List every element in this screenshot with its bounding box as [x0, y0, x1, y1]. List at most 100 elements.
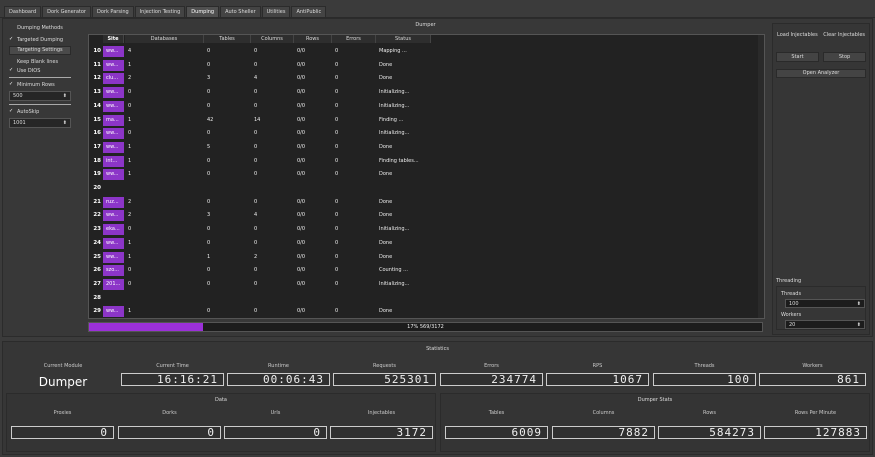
cell-errors: 0: [335, 48, 339, 54]
cell-rows: 0/0: [297, 267, 306, 274]
table-row[interactable]: 14 ww... 0 0 0 0/0 0 Initializing...: [89, 100, 759, 112]
keep-blank-lines-checkbox[interactable]: Keep Blank lines: [7, 57, 73, 66]
unchecked-box-icon: [9, 59, 14, 64]
cell-db: 1: [128, 308, 132, 315]
threads-spinbox[interactable]: 100 ⬍: [785, 299, 865, 308]
start-button[interactable]: Start: [776, 52, 819, 62]
table-row[interactable]: 20: [89, 183, 759, 194]
cell-site: ww...: [103, 306, 124, 318]
cell-db: 2: [128, 75, 132, 82]
autoskip-checkbox[interactable]: ✓ AutoSkip: [7, 107, 73, 116]
tab-antipublic[interactable]: AntiPublic: [291, 6, 327, 17]
table-row[interactable]: 16 ww... 0 0 0 0/0 0 Initializing...: [89, 128, 759, 140]
cell-status: Mapping ...: [379, 48, 407, 54]
table-row[interactable]: 10 ww... 4 0 0 0/0 0 Mapping ...: [89, 46, 759, 57]
minimum-rows-spinbox[interactable]: 500 ⬍: [9, 91, 71, 101]
table-row[interactable]: 13 ww... 0 0 0 0/0 0 Initializing...: [89, 87, 759, 99]
tab-dumping[interactable]: Dumping: [186, 6, 220, 17]
tab-utilities[interactable]: Utilities: [261, 6, 291, 17]
stop-button[interactable]: Stop: [823, 52, 866, 62]
row-number: 15: [93, 116, 101, 123]
cell-status: Finding ...: [379, 116, 404, 123]
column-header-errors[interactable]: Errors: [332, 35, 376, 43]
spin-arrows-icon[interactable]: ⬍: [857, 322, 861, 328]
spin-arrows-icon[interactable]: ⬍: [63, 93, 67, 99]
data-title: Data: [215, 397, 227, 403]
table-row[interactable]: 22 ww... 2 3 4 0/0 0 Done: [89, 210, 759, 222]
cell-rows: 0/0: [297, 212, 306, 219]
row-number: 11: [93, 61, 101, 68]
column-header-columns[interactable]: Columns: [251, 35, 294, 43]
cell-db: [125, 183, 204, 194]
tab-injection-testing[interactable]: Injection Testing: [134, 6, 186, 17]
cell-site: 201...: [103, 278, 124, 290]
table-row[interactable]: 11 ww... 1 0 0 0/0 0 Done: [89, 59, 759, 71]
table-row[interactable]: 26 szo... 0 0 0 0/0 0 Counting ...: [89, 265, 759, 277]
data-group: Data Proxies 0 Dorks 0 Urls 0 Injectable…: [6, 393, 436, 452]
table-row[interactable]: 21 ruz... 2 0 0 0/0 0 Done: [89, 196, 759, 208]
minimum-rows-label: Minimum Rows: [17, 81, 55, 88]
cell-site: ruz...: [103, 196, 124, 208]
cell-rows: 0/0: [297, 48, 306, 54]
threads-display: 100: [653, 373, 756, 386]
cell-errors: 0: [335, 157, 339, 164]
cell-rows: 0/0: [297, 130, 306, 137]
column-header-databases[interactable]: Databases: [125, 35, 204, 43]
cell-db: 0: [128, 102, 132, 109]
cell-status: Initializing...: [379, 130, 410, 137]
cell-status: Done: [379, 198, 393, 205]
targeting-settings-button[interactable]: Targeting Settings: [9, 46, 71, 55]
cell-tables: 42: [207, 116, 214, 123]
dumping-methods-header: Dumping Methods: [17, 25, 63, 31]
cell-status: Done: [379, 61, 393, 68]
table-row[interactable]: 24 ww... 1 0 0 0/0 0 Done: [89, 237, 759, 249]
table-row[interactable]: 23 eka... 0 0 0 0/0 0 Initializing...: [89, 224, 759, 236]
tab-auto-sheller[interactable]: Auto Sheller: [220, 6, 261, 17]
cell-site: ww...: [103, 59, 124, 71]
cell-columns: 0: [254, 130, 258, 137]
clear-injectables-button[interactable]: Clear Injectables: [821, 30, 867, 40]
cell-tables: 0: [207, 102, 211, 109]
divider: [9, 104, 71, 105]
column-header-site[interactable]: Site: [103, 35, 124, 43]
spin-arrows-icon[interactable]: ⬍: [857, 301, 861, 307]
spin-arrows-icon[interactable]: ⬍: [63, 120, 67, 126]
autoskip-value: 1001: [13, 120, 26, 126]
row-number: 26: [93, 267, 101, 274]
use-dios-checkbox[interactable]: ✓ Use DIOS: [7, 66, 73, 75]
cell-rows: 0/0: [297, 280, 306, 287]
use-dios-label: Use DIOS: [17, 67, 41, 74]
table-row[interactable]: 27 201... 0 0 0 0/0 0 Initializing...: [89, 278, 759, 290]
table-row[interactable]: 12 clu... 2 3 4 0/0 0 Done: [89, 73, 759, 85]
table-row[interactable]: 29 ww... 1 0 0 0/0 0 Done: [89, 306, 759, 318]
cell-columns: 0: [254, 280, 258, 287]
open-analyzer-button[interactable]: Open Analyzer: [776, 69, 866, 78]
proxies-display: 0: [11, 426, 114, 439]
tab-dork-parsing[interactable]: Dork Parsing: [91, 6, 134, 17]
dumper-table[interactable]: Site Databases Tables Columns Rows Errors Stat…: [88, 34, 765, 319]
cell-db: [125, 293, 204, 304]
cell-status: Done: [379, 253, 393, 260]
cell-status: Done: [379, 212, 393, 219]
table-row[interactable]: 28: [89, 293, 759, 304]
autoskip-spinbox[interactable]: 1001 ⬍: [9, 118, 71, 128]
table-row[interactable]: 15 ma... 1 42 14 0/0 0 Finding ...: [89, 114, 759, 126]
cell-rows: 0/0: [297, 102, 306, 109]
targeted-dumping-checkbox[interactable]: ✓ Targeted Dumping: [7, 35, 73, 44]
minimum-rows-checkbox[interactable]: ✓ Minimum Rows: [7, 80, 73, 89]
workers-spinbox[interactable]: 20 ⬍: [785, 320, 865, 329]
tab-dashboard[interactable]: Dashboard: [4, 6, 42, 17]
table-row[interactable]: 19 ww... 1 0 0 0/0 0 Done: [89, 169, 759, 181]
dumping-panel: Dumping Methods ✓ Targeted Dumping Target…: [2, 18, 873, 337]
tab-dork-generator[interactable]: Dork Generator: [42, 6, 91, 17]
table-row[interactable]: 17 ww... 1 5 0 0/0 0 Done: [89, 141, 759, 153]
table-row[interactable]: 25 ww... 1 1 2 0/0 0 Done: [89, 251, 759, 263]
checkmark-icon: ✓: [9, 81, 14, 87]
column-header-tables[interactable]: Tables: [204, 35, 251, 43]
column-header-rows[interactable]: Rows: [294, 35, 332, 43]
table-row[interactable]: 18 int... 1 0 0 0/0 0 Finding tables...: [89, 155, 759, 167]
load-injectables-button[interactable]: Load Injectables: [775, 30, 820, 40]
cell-tables: 0: [207, 171, 211, 178]
progress-text: 17% 569/3172: [407, 324, 444, 330]
column-header-status[interactable]: Status: [376, 35, 431, 43]
